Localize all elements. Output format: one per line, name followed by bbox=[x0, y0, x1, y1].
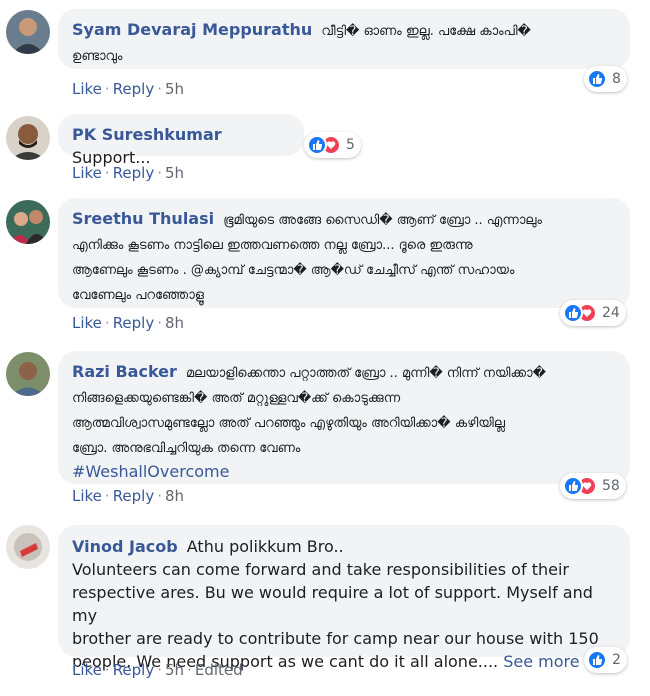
reaction-count[interactable]: 58 bbox=[560, 473, 626, 499]
avatar[interactable] bbox=[6, 116, 50, 160]
like-reaction-icon bbox=[563, 303, 583, 323]
comment-timestamp[interactable]: 5h bbox=[165, 80, 184, 98]
comment-author[interactable]: Syam Devaraj Meppurathu bbox=[72, 20, 312, 39]
comment-author[interactable]: Vinod Jacob bbox=[72, 537, 178, 556]
hashtag-link[interactable]: #WeshallOvercome bbox=[72, 462, 229, 481]
comment-timestamp[interactable]: 8h bbox=[165, 487, 184, 505]
comment-text: respective ares. Bu we would require a l… bbox=[72, 583, 593, 625]
comment-text: ഭൂമിയുടെ അങ്ങേ സൈഡി� ആണ് ബ്രോ .. എന്നാലു… bbox=[223, 213, 542, 228]
comment-actions: Like · Reply · 5h bbox=[72, 164, 185, 182]
like-link[interactable]: Like bbox=[72, 487, 102, 505]
reaction-count[interactable]: 24 bbox=[560, 300, 626, 326]
edited-label[interactable]: Edited bbox=[195, 661, 243, 679]
comment-bubble: Sreethu Thulasi ഭൂമിയുടെ അങ്ങേ സൈഡി� ആണ്… bbox=[58, 198, 630, 308]
comment-text: Athu polikkum Bro.. bbox=[186, 537, 344, 556]
comment-text: ആത്മവിശ്വാസമുണ്ടല്ലോ അത് പറഞ്ഞും എഴുതിയു… bbox=[72, 416, 505, 431]
comment-bubble: Vinod Jacob Athu polikkum Bro.. Voluntee… bbox=[58, 525, 630, 671]
avatar[interactable] bbox=[6, 200, 50, 244]
comment-text: brother are ready to contribute for camp… bbox=[72, 629, 599, 648]
reaction-count-value: 24 bbox=[602, 305, 620, 321]
comment-text: നിങ്ങളെക്കയുണ്ടെങ്കി� അത് മറ്റുള്ളവ�ക്ക്… bbox=[72, 391, 401, 406]
comment-author[interactable]: PK Sureshkumar bbox=[72, 125, 222, 144]
comment-text: ആണേലും കൂടണം . @ക്യാമ്പ് ചേട്ടന്മാ� ആ�ഡ്… bbox=[72, 263, 515, 278]
comment-text: ബ്രോ. അനുഭവിച്ചറിയുക തന്നെ വേണം bbox=[72, 441, 301, 456]
like-link[interactable]: Like bbox=[72, 661, 102, 679]
comment-bubble: Syam Devaraj Meppurathu വീട്ടി� ഓണം ഇല്ല… bbox=[58, 9, 630, 69]
like-link[interactable]: Like bbox=[72, 314, 102, 332]
comment-actions: Like · Reply · 8h bbox=[72, 314, 185, 332]
see-more-link[interactable]: See more bbox=[503, 652, 579, 671]
reply-link[interactable]: Reply bbox=[113, 164, 155, 182]
like-reaction-icon bbox=[307, 135, 327, 155]
comment-text: എനിക്കും കൂടണം നാട്ടിലെ ഇത്തവണത്തെ നല്ല … bbox=[72, 238, 473, 253]
comment-timestamp[interactable]: 5h bbox=[165, 164, 184, 182]
reaction-count-value: 5 bbox=[346, 137, 355, 153]
like-link[interactable]: Like bbox=[72, 164, 102, 182]
reaction-count[interactable]: 2 bbox=[584, 647, 627, 673]
comment-actions: Like · Reply · 5h bbox=[72, 80, 185, 98]
like-reaction-icon bbox=[587, 69, 607, 89]
reply-link[interactable]: Reply bbox=[113, 80, 155, 98]
reply-link[interactable]: Reply bbox=[113, 661, 155, 679]
avatar[interactable] bbox=[6, 352, 50, 396]
comment-timestamp[interactable]: 5h bbox=[165, 661, 184, 679]
comment-text: ഉണ്ടാവും bbox=[72, 49, 123, 64]
reply-link[interactable]: Reply bbox=[113, 487, 155, 505]
comment-text: മലയാളിക്കെന്താ പറ്റാത്തത് ബ്രോ .. മുന്നി… bbox=[186, 366, 546, 381]
reaction-count-value: 2 bbox=[612, 652, 621, 668]
comment-author[interactable]: Razi Backer bbox=[72, 362, 177, 381]
comment-actions: Like · Reply · 8h bbox=[72, 487, 185, 505]
avatar[interactable] bbox=[6, 10, 50, 54]
reaction-count[interactable]: 8 bbox=[584, 66, 627, 92]
reaction-count[interactable]: 5 bbox=[304, 132, 361, 158]
comment-bubble: PK Sureshkumar Support... bbox=[58, 114, 304, 167]
comment-author[interactable]: Sreethu Thulasi bbox=[72, 209, 214, 228]
like-link[interactable]: Like bbox=[72, 80, 102, 98]
comment-bubble: Razi Backer മലയാളിക്കെന്താ പറ്റാത്തത് ബ്… bbox=[58, 351, 630, 484]
comment-timestamp[interactable]: 8h bbox=[165, 314, 184, 332]
reaction-count-value: 58 bbox=[602, 478, 620, 494]
like-reaction-icon bbox=[563, 476, 583, 496]
reaction-count-value: 8 bbox=[612, 71, 621, 87]
reply-link[interactable]: Reply bbox=[113, 314, 155, 332]
comment-text: വീട്ടി� ഓണം ഇല്ല. പക്ഷേ കാംപി� bbox=[321, 24, 531, 39]
comment-text: വേണേലും പറഞ്ഞോളൂ bbox=[72, 288, 205, 303]
comment-actions: Like · Reply · 5h · Edited bbox=[72, 661, 243, 679]
comment-text: Volunteers can come forward and take res… bbox=[72, 560, 569, 579]
avatar[interactable] bbox=[6, 525, 50, 569]
like-reaction-icon bbox=[587, 650, 607, 670]
